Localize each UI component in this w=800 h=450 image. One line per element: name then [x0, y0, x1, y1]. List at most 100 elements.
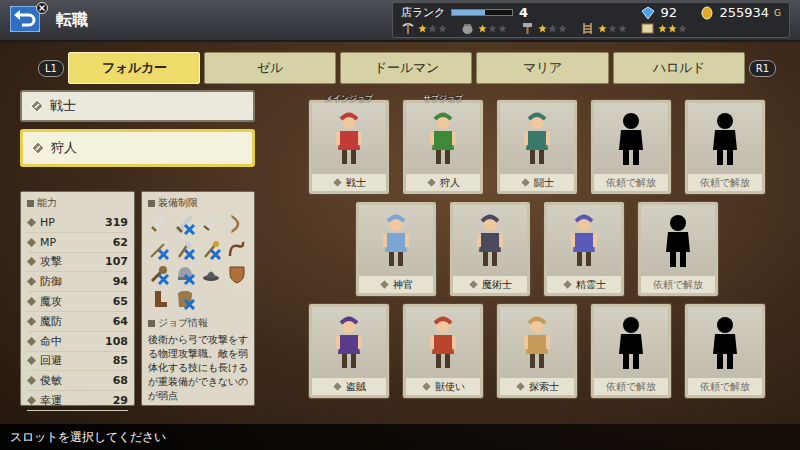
- job-card[interactable]: 探索士: [497, 304, 577, 398]
- stat-bullet-icon: [27, 257, 36, 266]
- job-description: 後衛から弓で攻撃をする物理攻撃職。敵を弱体化する技にも長けるが重装備ができないの…: [148, 333, 248, 403]
- hammer-icon: [521, 22, 534, 35]
- status-bar: スロットを選択してください: [0, 424, 800, 450]
- armor-icon: [174, 288, 196, 310]
- job-card[interactable]: 獣使い: [403, 304, 483, 398]
- character-icon: [470, 212, 510, 270]
- stat-row: 魔防 64: [27, 312, 128, 332]
- character-icon: [376, 212, 416, 270]
- job-card[interactable]: 依頼で解放: [638, 202, 718, 296]
- stat-row: 命中 108: [27, 332, 128, 352]
- craft-rank: [461, 22, 507, 35]
- job-emblem-icon: [30, 99, 44, 113]
- character-tab[interactable]: ハロルド: [613, 52, 745, 84]
- character-icon: [517, 314, 557, 372]
- job-emblem-icon: [515, 381, 526, 392]
- coin-icon: [700, 6, 714, 20]
- character-tab[interactable]: ゼル: [204, 52, 336, 84]
- hat-icon: [200, 263, 222, 285]
- job-label: 獣使い: [406, 378, 480, 395]
- job-card[interactable]: 神官: [356, 202, 436, 296]
- job-card[interactable]: 精霊士: [544, 202, 624, 296]
- star-icon: [538, 24, 547, 33]
- cross-button-icon: [36, 2, 48, 14]
- panel-title: ジョブ情報: [148, 316, 248, 330]
- job-label: 戦士: [312, 174, 386, 191]
- star-icon: [678, 24, 687, 33]
- whip-icon: [226, 238, 248, 260]
- star-icon: [548, 24, 557, 33]
- character-tab[interactable]: フォルカー: [68, 52, 200, 84]
- shop-rank: 店ランク 4: [401, 5, 627, 20]
- star-icon: [438, 24, 447, 33]
- job-label: 精霊士: [547, 276, 621, 293]
- axe-icon: [174, 238, 196, 260]
- job-slot[interactable]: 狩人: [20, 129, 255, 167]
- l1-button[interactable]: L1: [38, 60, 64, 77]
- star-icon: [488, 24, 497, 33]
- panel-title: 装備制限: [148, 196, 248, 210]
- job-card[interactable]: サブジョブ 狩人: [403, 100, 483, 194]
- stat-bullet-icon: [27, 376, 36, 385]
- job-badge: サブジョブ: [423, 93, 463, 104]
- job-slot[interactable]: 戦士: [20, 90, 255, 122]
- shield-icon: [226, 263, 248, 285]
- job-label: 依頼で解放: [688, 174, 762, 191]
- job-card[interactable]: 闘士: [497, 100, 577, 194]
- job-card[interactable]: 魔術士: [450, 202, 530, 296]
- character-icon: [423, 314, 463, 372]
- map-icon: [641, 22, 654, 35]
- left-column: 戦士 狩人 能力 HP 319 MP 62 攻撃 107 防御 94 魔攻 65…: [20, 90, 255, 424]
- slot-list: 戦士 狩人: [20, 90, 255, 167]
- pot-icon: [461, 22, 474, 35]
- job-card[interactable]: メインジョブ 戦士: [309, 100, 389, 194]
- character-icon: [705, 314, 745, 372]
- stat-row: MP 62: [27, 233, 128, 253]
- character-icon: [611, 314, 651, 372]
- gem-count: 92: [641, 5, 677, 20]
- job-card[interactable]: 盗賊: [309, 304, 389, 398]
- job-label: 依頼で解放: [688, 378, 762, 395]
- job-emblem-icon: [468, 279, 479, 290]
- stat-row: 攻撃 107: [27, 253, 128, 273]
- panel-title: 能力: [27, 196, 128, 210]
- craft-rank: [521, 22, 567, 35]
- bow-icon: [226, 213, 248, 235]
- job-label: 依頼で解放: [594, 378, 668, 395]
- character-tab[interactable]: ドールマン: [340, 52, 472, 84]
- shop-status: 店ランク 4 92 255934G: [392, 2, 790, 38]
- job-label: 依頼で解放: [641, 276, 715, 293]
- job-label: 魔術士: [453, 276, 527, 293]
- return-arrow-icon: [10, 6, 40, 32]
- star-icon: [478, 24, 487, 33]
- character-icon: [705, 110, 745, 168]
- r1-button[interactable]: R1: [749, 60, 776, 77]
- stat-bullet-icon: [27, 356, 36, 365]
- job-emblem-icon: [426, 177, 437, 188]
- job-card[interactable]: 依頼で解放: [685, 100, 765, 194]
- character-tabs: L1 フォルカーゼルドールマンマリアハロルド R1: [0, 52, 800, 84]
- back-button[interactable]: [10, 6, 42, 34]
- job-label: 闘士: [500, 174, 574, 191]
- character-icon: [611, 110, 651, 168]
- pickaxe-icon: [401, 22, 414, 35]
- character-tab[interactable]: マリア: [476, 52, 608, 84]
- star-icon: [608, 24, 617, 33]
- job-label: 探索士: [500, 378, 574, 395]
- job-card[interactable]: 依頼で解放: [591, 304, 671, 398]
- club-icon: [148, 263, 170, 285]
- job-row: メインジョブ 戦士サブジョブ 狩人 闘士 依頼で解放 依頼で解放: [295, 100, 778, 194]
- greatsword-icon: [174, 213, 196, 235]
- star-icon: [658, 24, 667, 33]
- job-emblem-icon: [332, 381, 343, 392]
- star-icon: [428, 24, 437, 33]
- stat-row: 俊敏 68: [27, 371, 128, 391]
- character-icon: [658, 212, 698, 270]
- stat-bullet-icon: [27, 396, 36, 405]
- gold-count: 255934G: [691, 5, 781, 20]
- job-card[interactable]: 依頼で解放: [591, 100, 671, 194]
- character-icon: [329, 314, 369, 372]
- job-emblem-icon: [332, 177, 343, 188]
- job-card[interactable]: 依頼で解放: [685, 304, 765, 398]
- job-label: 盗賊: [312, 378, 386, 395]
